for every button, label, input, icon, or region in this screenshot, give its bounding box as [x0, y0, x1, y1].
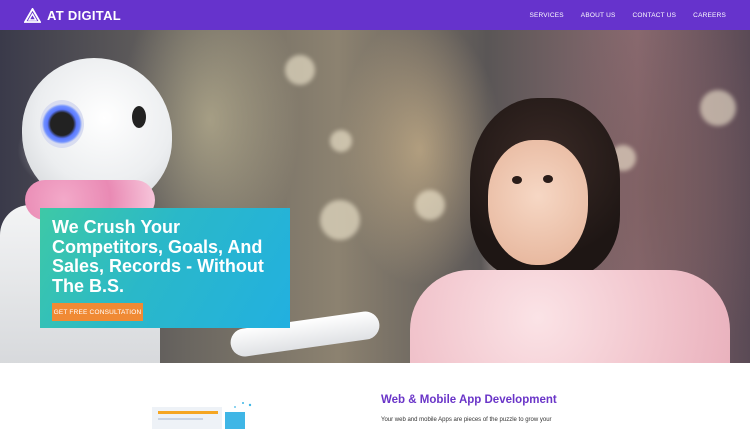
services-section: Web & Mobile App Development Your web an… [0, 363, 750, 429]
nav-careers[interactable]: CAREERS [693, 12, 726, 19]
section-title: Web & Mobile App Development [381, 394, 557, 406]
child-jacket [410, 270, 730, 363]
bokeh-light [415, 190, 445, 220]
child-eye [543, 175, 553, 183]
nav-contact-us[interactable]: CONTACT US [633, 12, 677, 19]
child-eye [512, 176, 522, 184]
bokeh-light [320, 200, 360, 240]
triangle-logo-icon [24, 7, 41, 23]
app-illustration [152, 402, 252, 429]
section-text: Your web and mobile Apps are pieces of t… [381, 417, 552, 423]
brand-logo[interactable]: AT DIGITAL [24, 7, 122, 23]
get-consultation-button[interactable]: GET FREE CONSULTATION [52, 303, 143, 321]
robot-eye [132, 106, 146, 128]
top-navbar: AT DIGITAL SERVICES ABOUT US CONTACT US … [0, 0, 750, 30]
child-face [488, 140, 588, 265]
robot-eye [40, 100, 84, 148]
nav-services[interactable]: SERVICES [529, 12, 563, 19]
hero-card: We Crush Your Competitors, Goals, And Sa… [40, 208, 290, 328]
hero-title: We Crush Your Competitors, Goals, And Sa… [52, 217, 264, 296]
bokeh-light [285, 55, 315, 85]
hero-banner: We Crush Your Competitors, Goals, And Sa… [0, 30, 750, 363]
brand-name: AT DIGITAL [47, 7, 122, 23]
bokeh-light [330, 130, 352, 152]
main-nav: SERVICES ABOUT US CONTACT US CAREERS [529, 12, 726, 19]
nav-about-us[interactable]: ABOUT US [581, 12, 616, 19]
bokeh-light [700, 90, 736, 126]
